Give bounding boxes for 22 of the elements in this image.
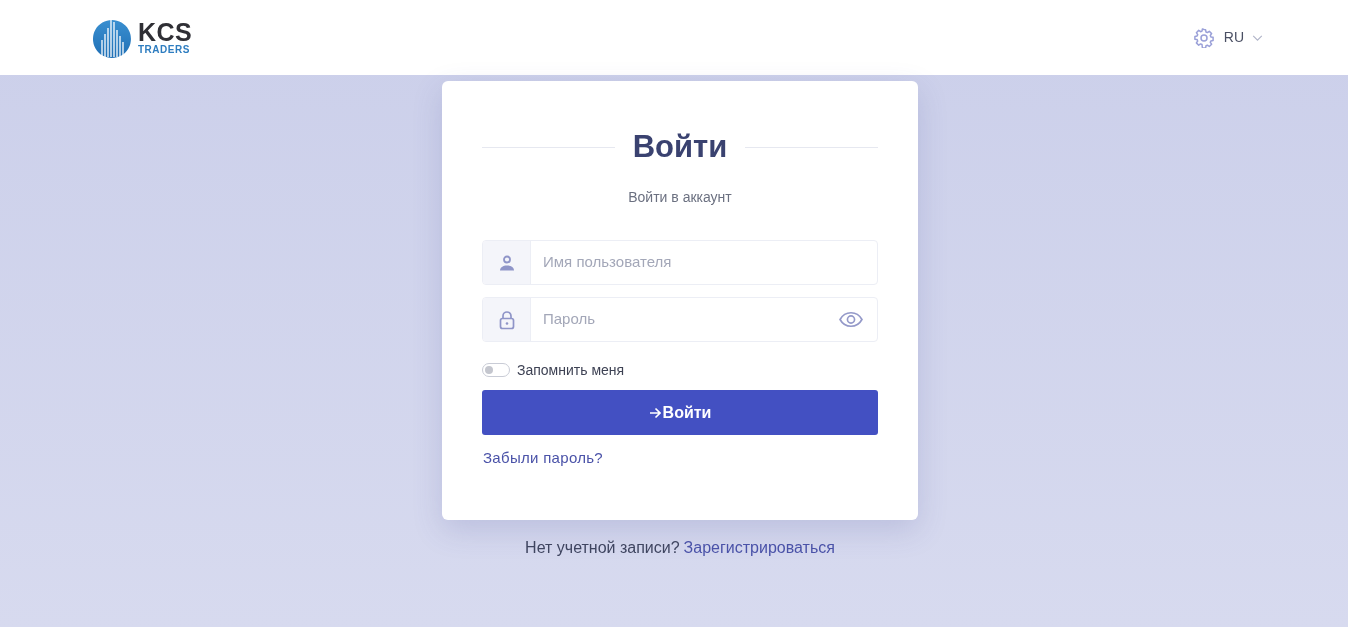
user-icon [497, 253, 516, 272]
settings-icon[interactable] [1193, 27, 1214, 48]
password-input[interactable]: Пароль [531, 298, 839, 341]
password-field[interactable]: Пароль [482, 297, 878, 342]
eye-icon[interactable] [839, 311, 863, 328]
username-field[interactable]: Имя пользователя [482, 240, 878, 285]
card-title: Войти [632, 128, 728, 166]
remember-toggle[interactable] [482, 363, 510, 377]
register-prompt: Нет учетной записи? [525, 538, 680, 558]
chevron-down-icon [1252, 34, 1263, 41]
register-link[interactable]: Зарегистрироваться [683, 536, 835, 560]
logo-text: KCS [138, 19, 193, 44]
login-button[interactable]: Войти [482, 390, 878, 435]
logo-icon [92, 17, 132, 58]
lock-icon [497, 309, 516, 330]
forgot-password-link[interactable]: Забыли пароль? [482, 448, 603, 468]
logo-tagline: TRADERS [138, 43, 191, 56]
remember-label: Запомнить меня [517, 360, 625, 380]
language-selector[interactable]: RU [1223, 27, 1263, 48]
arrow-right-icon [648, 406, 661, 419]
username-input[interactable]: Имя пользователя [531, 241, 877, 284]
card-subtitle: Войти в аккаунт [627, 188, 733, 207]
